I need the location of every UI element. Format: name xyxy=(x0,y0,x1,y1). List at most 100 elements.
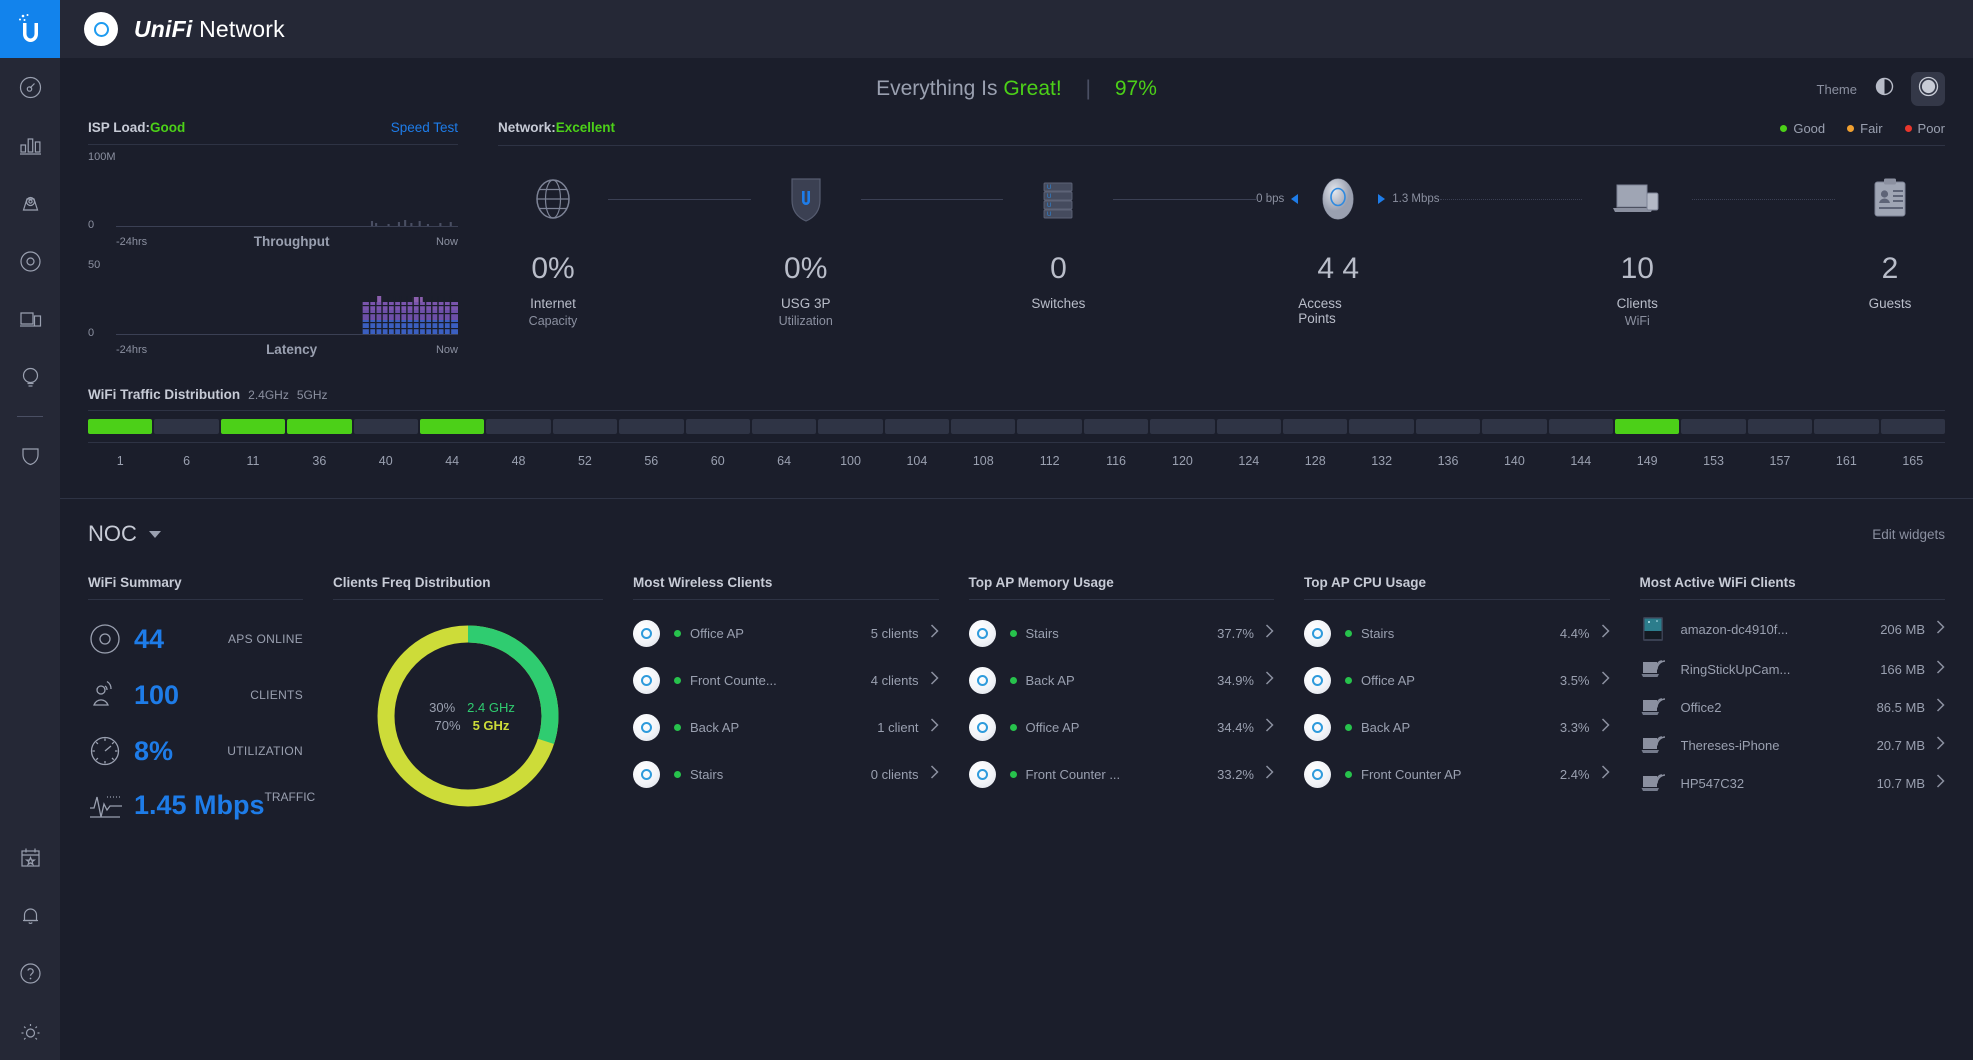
channel-bar-112[interactable] xyxy=(1017,419,1082,434)
chevron-right-icon[interactable] xyxy=(1936,619,1945,639)
brand-unifi: UniFi xyxy=(134,15,193,42)
channel-bar-124[interactable] xyxy=(1216,419,1282,434)
sidebar-item-settings[interactable] xyxy=(0,1002,60,1060)
chevron-right-icon[interactable] xyxy=(1936,659,1945,679)
top-ap-cpu-title: Top AP CPU Usage xyxy=(1304,575,1610,600)
channel-bar-128[interactable] xyxy=(1283,419,1348,434)
channel-bar-36[interactable] xyxy=(287,419,352,434)
topology-node-clients[interactable]: 10 Clients WiFi xyxy=(1582,168,1692,328)
sidebar-item-devices[interactable] xyxy=(0,232,60,290)
list-item[interactable]: Back AP 1 client xyxy=(633,714,939,741)
list-item[interactable]: HP547C32 10.7 MB xyxy=(1640,772,1946,794)
chevron-right-icon[interactable] xyxy=(930,718,939,737)
list-item[interactable]: Stairs 0 clients xyxy=(633,761,939,788)
list-item[interactable]: Back AP 3.3% xyxy=(1304,714,1610,741)
chevron-right-icon[interactable] xyxy=(930,671,939,690)
list-item[interactable]: amazon-dc4910f... 206 MB xyxy=(1640,616,1946,642)
list-item[interactable]: Thereses-iPhone 20.7 MB xyxy=(1640,734,1946,756)
topology-node-usg[interactable]: 0% USG 3P Utilization xyxy=(751,168,861,328)
channel-bar-6[interactable] xyxy=(154,419,219,434)
channel-bar-165[interactable] xyxy=(1880,419,1945,434)
channel-bar-136[interactable] xyxy=(1415,419,1481,434)
chevron-right-icon[interactable] xyxy=(1601,624,1610,643)
list-item[interactable]: Stairs 4.4% xyxy=(1304,620,1610,647)
list-item[interactable]: Back AP 34.9% xyxy=(968,667,1275,694)
channel-bar-52[interactable] xyxy=(552,419,618,434)
channel-bar-149[interactable] xyxy=(1614,419,1680,434)
chevron-right-icon[interactable] xyxy=(1601,765,1610,784)
list-item[interactable]: Front Counter AP 2.4% xyxy=(1304,761,1610,788)
status-badge xyxy=(1345,771,1352,778)
chevron-right-icon[interactable] xyxy=(1265,718,1274,737)
list-item[interactable]: Office2 86.5 MB xyxy=(1640,696,1946,718)
channel-bar-11[interactable] xyxy=(220,419,286,434)
chevron-right-icon[interactable] xyxy=(1936,735,1945,755)
chevron-down-icon[interactable] xyxy=(148,530,161,538)
status-message: Everything Is Great! | 97% xyxy=(876,77,1157,101)
theme-light-button[interactable] xyxy=(1867,72,1901,106)
channel-bar-fill xyxy=(1880,419,1945,434)
chevron-right-icon[interactable] xyxy=(1936,773,1945,793)
status-badge xyxy=(1009,677,1017,684)
channel-bar-64[interactable] xyxy=(751,419,817,434)
channel-bar-153[interactable] xyxy=(1681,419,1746,434)
sidebar-item-map[interactable] xyxy=(0,174,60,232)
channel-bar-40[interactable] xyxy=(353,419,418,434)
channel-bar-157[interactable] xyxy=(1747,419,1813,434)
list-item[interactable]: Stairs 37.7% xyxy=(968,620,1275,647)
status-badge xyxy=(1009,724,1017,731)
speed-test-link[interactable]: Speed Test xyxy=(391,120,458,135)
channel-bar-116[interactable] xyxy=(1083,419,1149,434)
legend-item-fair: Fair xyxy=(1847,121,1883,136)
topology-node-guests[interactable]: 2 Guests xyxy=(1835,168,1945,314)
internet-label: Internet xyxy=(530,296,576,311)
sidebar-item-statistics[interactable] xyxy=(0,116,60,174)
status-badge xyxy=(674,677,681,684)
chevron-right-icon[interactable] xyxy=(1936,697,1945,717)
channel-bar-144[interactable] xyxy=(1548,419,1613,434)
channel-bar-56[interactable] xyxy=(619,419,684,434)
sidebar-item-dashboard[interactable] xyxy=(0,58,60,116)
edit-widgets-link[interactable]: Edit widgets xyxy=(1872,527,1945,542)
topology-node-switches[interactable]: UUUU 0 Switches xyxy=(1003,168,1113,314)
ubiquiti-logo-icon[interactable] xyxy=(0,0,60,58)
channel-bar-fill xyxy=(154,419,219,434)
sidebar-item-clients[interactable] xyxy=(0,290,60,348)
list-item[interactable]: Office AP 34.4% xyxy=(968,714,1275,741)
chevron-right-icon[interactable] xyxy=(1601,718,1610,737)
chevron-right-icon[interactable] xyxy=(1265,671,1274,690)
channel-bar-132[interactable] xyxy=(1349,419,1414,434)
chevron-right-icon[interactable] xyxy=(1265,624,1274,643)
topology-node-access-points[interactable]: 4 4 Access Points xyxy=(1298,168,1378,329)
list-item[interactable]: Office AP 5 clients xyxy=(633,620,939,647)
channel-bar-44[interactable] xyxy=(419,419,485,434)
sidebar-item-events[interactable] xyxy=(0,828,60,886)
channel-bar-140[interactable] xyxy=(1482,419,1547,434)
channel-bar-108[interactable] xyxy=(951,419,1016,434)
topology-node-internet[interactable]: 0% Internet Capacity xyxy=(498,168,608,328)
channel-bar-1[interactable] xyxy=(88,419,153,434)
chevron-right-icon[interactable] xyxy=(930,624,939,643)
theme-dark-button[interactable] xyxy=(1911,72,1945,106)
list-item[interactable]: RingStickUpCam... 166 MB xyxy=(1640,658,1946,680)
list-item[interactable]: Office AP 3.5% xyxy=(1304,667,1610,694)
chevron-right-icon[interactable] xyxy=(1265,765,1274,784)
chevron-right-icon[interactable] xyxy=(1601,671,1610,690)
channel-bar-fill xyxy=(751,419,817,434)
list-item[interactable]: Front Counte... 4 clients xyxy=(633,667,939,694)
channel-bar-48[interactable] xyxy=(486,419,551,434)
channel-bar-104[interactable] xyxy=(884,419,950,434)
sidebar-item-alerts[interactable] xyxy=(0,886,60,944)
channel-bar-161[interactable] xyxy=(1814,419,1879,434)
unifi-ap-icon xyxy=(968,620,996,647)
channel-bar-60[interactable] xyxy=(685,419,750,434)
sidebar-item-help[interactable] xyxy=(0,944,60,1002)
channel-bar-120[interactable] xyxy=(1150,419,1215,434)
channel-label-153: 153 xyxy=(1703,454,1724,468)
channel-bar-100[interactable] xyxy=(818,419,883,434)
sidebar-item-security[interactable] xyxy=(0,427,60,485)
sidebar-item-insights[interactable] xyxy=(0,348,60,406)
chevron-right-icon[interactable] xyxy=(930,765,939,784)
arrow-left-icon xyxy=(1291,194,1299,204)
list-item[interactable]: Front Counter ... 33.2% xyxy=(968,761,1275,788)
